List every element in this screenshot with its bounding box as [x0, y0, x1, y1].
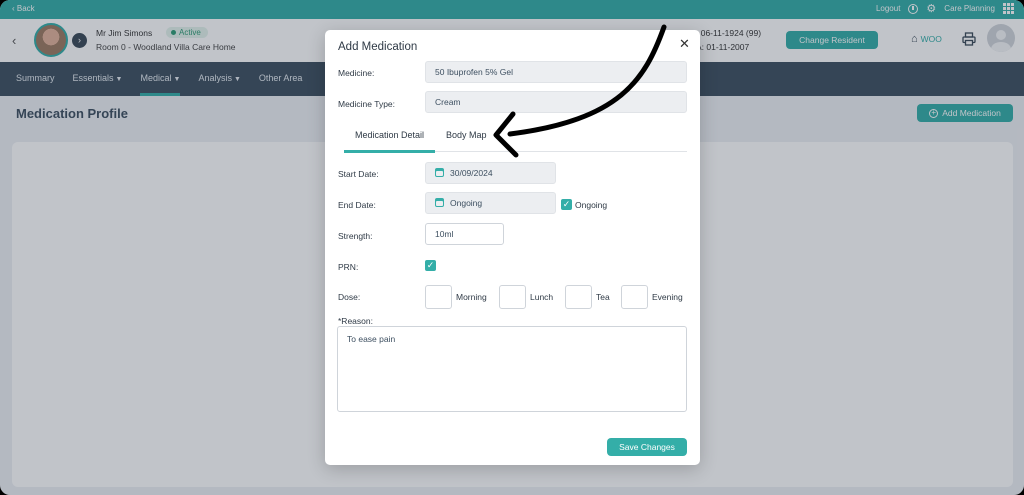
calendar-icon [435, 168, 444, 177]
dose-label: Dose: [338, 292, 361, 302]
prn-checkbox[interactable]: ✓ [425, 260, 436, 271]
save-changes-button[interactable]: Save Changes [607, 438, 687, 456]
dialog-title: Add Medication [338, 41, 418, 53]
dialog-tabs: Medication Detail Body Map [344, 126, 687, 153]
dose-tea-label: Tea [596, 292, 610, 302]
medicine-type-label: Medicine Type: [338, 99, 396, 109]
add-medication-dialog: Add Medication ✕ Medicine: 50 Ibuprofen … [325, 30, 700, 465]
dose-evening-label: Evening [652, 292, 683, 302]
tab-body-map[interactable]: Body Map [446, 130, 487, 140]
dose-tea-input[interactable] [565, 285, 592, 309]
start-date-field[interactable]: 30/09/2024 [425, 162, 556, 184]
calendar-icon [435, 198, 444, 207]
start-date-label: Start Date: [338, 169, 379, 179]
strength-label: Strength: [338, 231, 373, 241]
prn-label: PRN: [338, 262, 359, 272]
reason-textarea[interactable]: To ease pain [337, 326, 687, 412]
close-icon[interactable]: ✕ [679, 36, 690, 52]
dose-morning-label: Morning [456, 292, 487, 302]
strength-input[interactable]: 10ml [425, 223, 504, 245]
end-date-value: Ongoing [450, 198, 483, 208]
dose-morning-input[interactable] [425, 285, 452, 309]
end-date-field[interactable]: Ongoing [425, 192, 556, 214]
medicine-field[interactable]: 50 Ibuprofen 5% Gel [425, 61, 687, 83]
ongoing-checkbox[interactable]: ✓ [561, 199, 572, 210]
dose-lunch-input[interactable] [499, 285, 526, 309]
end-date-label: End Date: [338, 200, 376, 210]
start-date-value: 30/09/2024 [450, 168, 493, 178]
medicine-label: Medicine: [338, 68, 375, 78]
dose-evening-input[interactable] [621, 285, 648, 309]
reason-label: *Reason: [338, 316, 373, 326]
app-frame: ‹ Back Logout ⚙ Care Planning ‹ › Mr Jim… [0, 0, 1024, 495]
medicine-type-field[interactable]: Cream [425, 91, 687, 113]
tab-medication-detail[interactable]: Medication Detail [344, 130, 435, 153]
dose-lunch-label: Lunch [530, 292, 554, 302]
ongoing-label: Ongoing [575, 200, 608, 210]
